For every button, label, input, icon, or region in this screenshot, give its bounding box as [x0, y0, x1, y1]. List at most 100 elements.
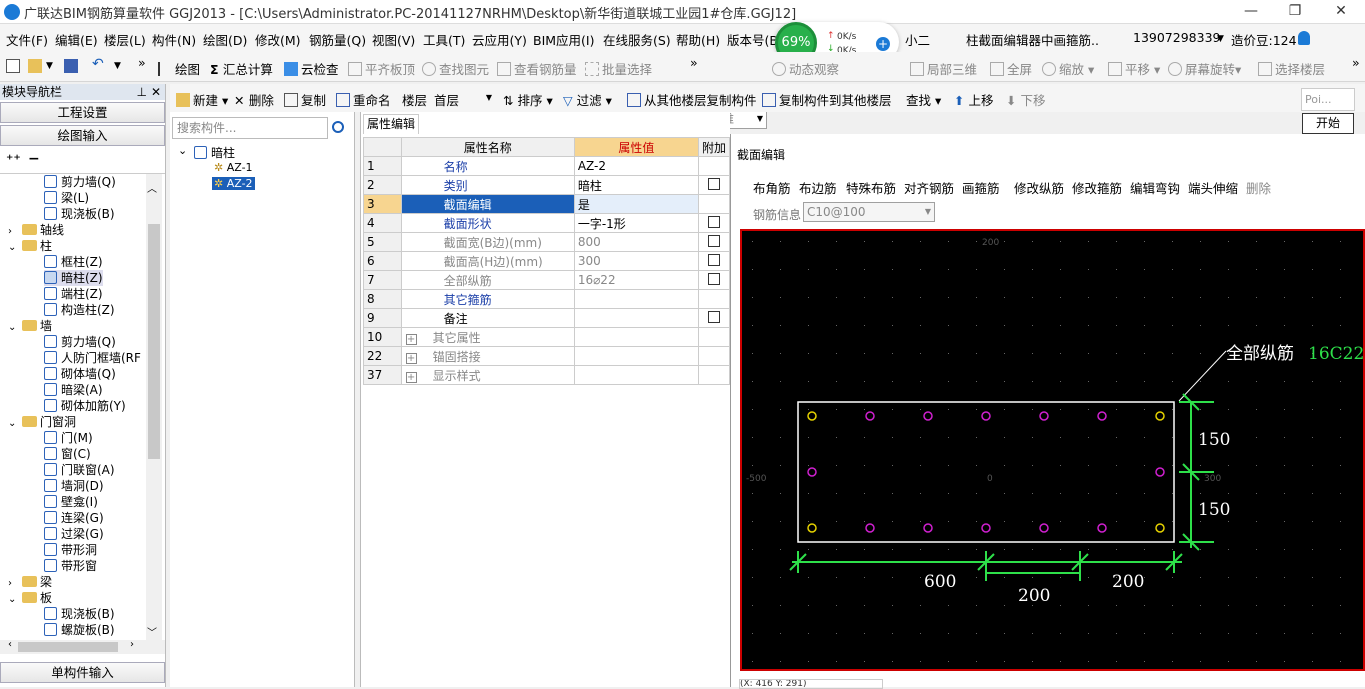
plus-icon[interactable]: + — [876, 37, 890, 51]
nav-item[interactable]: 过梁(G) — [44, 526, 104, 542]
nav-item[interactable]: 墙洞(D) — [44, 478, 104, 494]
draw-button[interactable]: 绘图 — [158, 59, 200, 78]
property-row[interactable]: 9 备注 — [363, 308, 731, 328]
edge-rebar-point[interactable] — [923, 523, 933, 533]
menu-help[interactable]: 帮助(H) — [676, 30, 720, 49]
nav-item[interactable]: 门(M) — [44, 430, 93, 446]
collapse-all-icon[interactable]: − — [28, 151, 40, 167]
dynamic-view-button[interactable]: 动态观察 — [772, 59, 839, 78]
expand-group-icon[interactable]: + — [405, 333, 417, 345]
nav-item[interactable]: 现浇板(B) — [44, 206, 115, 222]
menu-online[interactable]: 在线服务(S) — [603, 30, 671, 49]
extra-checkbox[interactable] — [707, 234, 720, 247]
edge-rebar-point[interactable] — [981, 411, 991, 421]
scroll-left-icon[interactable]: ‹ — [8, 639, 12, 650]
property-row[interactable]: 37 + 显示样式 — [363, 365, 731, 385]
nav-scroll-thumb[interactable] — [148, 224, 160, 459]
nav-folder[interactable]: ⌄ 墙 — [8, 318, 52, 334]
expand-group-icon[interactable]: + — [405, 371, 417, 383]
property-row[interactable]: 10 + 其它属性 — [363, 327, 731, 347]
nav-item[interactable]: 门联窗(A) — [44, 462, 115, 478]
nav-item[interactable]: 连梁(G) — [44, 510, 104, 526]
corner-rebar-point[interactable] — [807, 523, 817, 533]
menu-view[interactable]: 视图(V) — [372, 30, 415, 49]
property-value[interactable] — [573, 289, 699, 309]
move-down-button[interactable]: ⬇ 下移 — [1006, 90, 1045, 109]
nav-hscrollbar[interactable]: ‹ › — [0, 639, 165, 654]
overflow-icon[interactable]: » — [138, 55, 146, 70]
tool-special-rebar[interactable]: 特殊布筋 — [846, 178, 896, 197]
edge-rebar-point[interactable] — [1097, 411, 1107, 421]
edge-rebar-point[interactable] — [1155, 467, 1165, 477]
nav-item[interactable]: 窗(C) — [44, 446, 91, 462]
rebar-info-select[interactable]: C10@100 ▼ — [803, 202, 935, 222]
single-input-button[interactable]: 单构件输入 — [0, 662, 165, 683]
project-settings-button[interactable]: 工程设置 — [0, 102, 165, 123]
corner-rebar-point[interactable] — [807, 411, 817, 421]
find-button[interactable]: 查找 ▾ — [906, 90, 941, 109]
view-rebar-button[interactable]: 查看钢筋量 — [497, 59, 577, 78]
tool-modify-stirrup[interactable]: 修改箍筋 — [1072, 178, 1122, 197]
nav-item[interactable]: 暗梁(A) — [44, 382, 103, 398]
open-folder-icon[interactable] — [28, 59, 45, 74]
collapse-icon[interactable]: ⌄ — [8, 320, 22, 336]
menu-modify[interactable]: 修改(M) — [255, 30, 301, 49]
batch-select-button[interactable]: 批量选择 — [585, 59, 652, 78]
overflow-icon-2[interactable]: » — [690, 55, 698, 70]
collapse-icon[interactable]: ⌄ — [8, 416, 22, 432]
save-icon[interactable] — [64, 59, 81, 74]
menu-component[interactable]: 构件(N) — [152, 30, 196, 49]
tool-align-rebar[interactable]: 对齐钢筋 — [904, 178, 954, 197]
property-value[interactable]: 800 — [573, 232, 699, 252]
rename-component-button[interactable]: 重命名 — [336, 90, 391, 109]
copy-component-button[interactable]: 复制 — [284, 90, 326, 109]
account-phone[interactable]: 13907298339 — [1133, 30, 1220, 45]
open-dropdown-icon[interactable]: ▼ — [46, 61, 53, 71]
sum-calc-button[interactable]: Σ 汇总计算 — [210, 59, 273, 78]
edge-rebar-point[interactable] — [981, 523, 991, 533]
edge-rebar-point[interactable] — [807, 467, 817, 477]
flush-slab-button[interactable]: 平齐板顶 — [348, 59, 415, 78]
menu-draw[interactable]: 绘图(D) — [203, 30, 247, 49]
tool-draw-stirrup[interactable]: 画箍筋 — [962, 178, 1000, 197]
scroll-down-icon[interactable]: ﹀ — [147, 624, 157, 639]
pan-button[interactable]: 平移 ▾ — [1108, 59, 1160, 78]
property-row[interactable]: 1 名称 AZ-2 — [363, 156, 731, 176]
nav-item[interactable]: 剪力墙(Q) — [44, 174, 116, 190]
nav-item[interactable]: 暗柱(Z) — [44, 270, 103, 286]
edge-rebar-point[interactable] — [923, 411, 933, 421]
section-canvas[interactable]: 200 -500 300 0 全部纵筋 16C22 150 150 600 20… — [740, 229, 1365, 671]
property-row[interactable]: 6 截面高(H边)(mm) 300 — [363, 251, 731, 271]
property-value[interactable]: 300 — [573, 251, 699, 271]
scroll-up-icon[interactable]: ︿ — [147, 180, 157, 195]
floating-search-input[interactable]: Poi... — [1301, 88, 1355, 111]
edge-rebar-point[interactable] — [1039, 523, 1049, 533]
new-component-button[interactable]: 新建 ▾ — [176, 90, 228, 109]
move-up-button[interactable]: ⬆ 上移 — [954, 90, 993, 109]
property-row[interactable]: 3 截面编辑 是 — [363, 194, 731, 214]
restore-button[interactable]: ❐ — [1272, 0, 1318, 24]
corner-rebar-point[interactable] — [1155, 523, 1165, 533]
tab-property-edit[interactable]: 属性编辑 — [363, 114, 419, 134]
close-panel-icon[interactable]: ✕ — [151, 84, 161, 100]
menu-tools[interactable]: 工具(T) — [423, 30, 465, 49]
property-value[interactable]: 一字-1形 — [573, 213, 699, 233]
nav-item[interactable]: 构造柱(Z) — [44, 302, 115, 318]
account-dropdown-icon[interactable]: ▼ — [1217, 34, 1224, 44]
edge-rebar-point[interactable] — [1039, 411, 1049, 421]
extra-checkbox[interactable] — [707, 253, 720, 266]
property-value[interactable] — [573, 327, 699, 347]
property-row[interactable]: 8 其它箍筋 — [363, 289, 731, 309]
component-search-input[interactable]: 搜索构件... — [172, 117, 328, 139]
new-file-icon[interactable] — [6, 59, 23, 74]
copy-to-floor-button[interactable]: 复制构件到其他楼层 — [762, 90, 892, 109]
menu-extra[interactable]: 小二 — [905, 30, 930, 49]
nav-scrollbar[interactable]: ︿ ﹀ — [146, 174, 162, 644]
rotate-button[interactable]: 屏幕旋转▾ — [1168, 59, 1241, 78]
notice-link[interactable]: 柱截面编辑器中画箍筋.. — [966, 30, 1099, 49]
tree-collapse-icon[interactable]: ⌄ — [178, 144, 187, 157]
property-value[interactable]: 16⌀22 — [573, 270, 699, 290]
cloud-check-button[interactable]: 云检查 — [284, 59, 339, 78]
nav-item[interactable]: 带形窗 — [44, 558, 97, 574]
menu-rebar[interactable]: 钢筋量(Q) — [309, 30, 366, 49]
